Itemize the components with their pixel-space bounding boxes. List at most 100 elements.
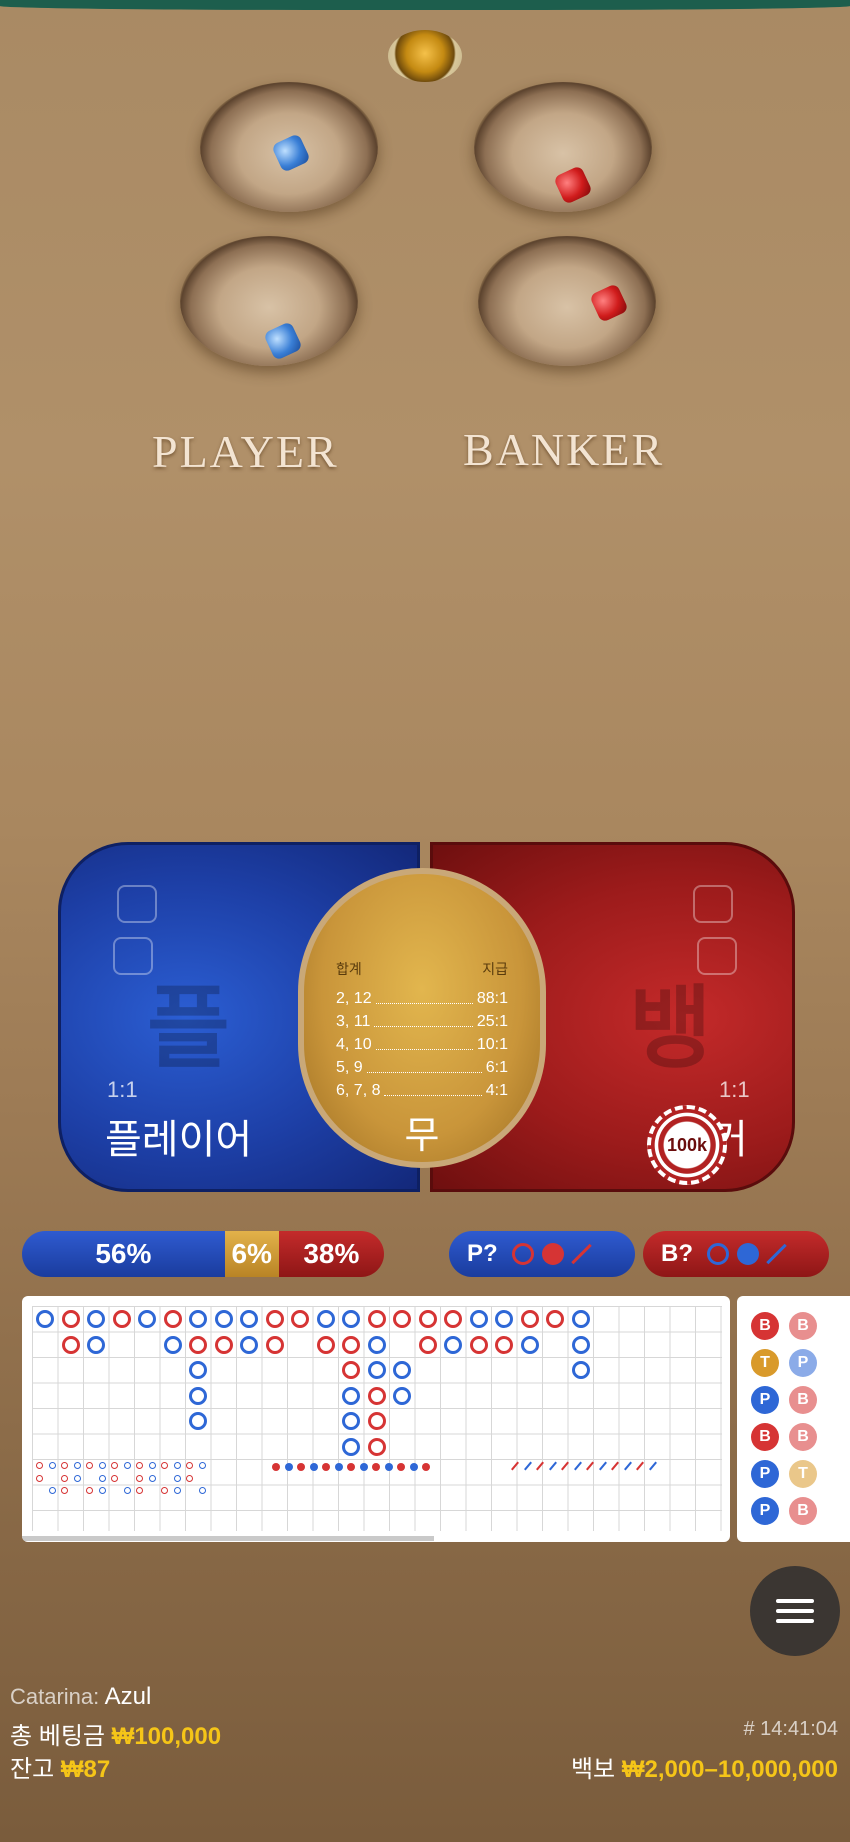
small-road-mark bbox=[98, 1474, 106, 1482]
big-road-mark bbox=[520, 1335, 539, 1354]
big-road-mark bbox=[163, 1335, 182, 1354]
paytable-row: 4, 10 10:1 bbox=[336, 1033, 508, 1056]
bigeye-road-mark bbox=[372, 1463, 380, 1471]
small-road-mark bbox=[136, 1474, 143, 1482]
round-id: # 14:41:04 bbox=[743, 1718, 838, 1740]
total-bet-value: ₩100,000 bbox=[111, 1723, 222, 1750]
big-road-mark bbox=[138, 1310, 156, 1328]
balance: 잔고 ₩87 bbox=[10, 1749, 110, 1784]
bead-road-mark: P bbox=[789, 1349, 817, 1377]
bigeye-road-mark bbox=[309, 1463, 318, 1471]
tie-paytable: 합계 지급 2, 12 88:1 3, 11 25:1 4, 10 10:1 5, 9… bbox=[336, 958, 508, 1102]
small-road-mark bbox=[61, 1474, 68, 1482]
banker-cup-2 bbox=[478, 236, 656, 366]
big-road-mark bbox=[367, 1310, 386, 1328]
big-road-mark bbox=[393, 1361, 411, 1379]
small-road-mark bbox=[98, 1462, 106, 1469]
banker-predict-label: B? bbox=[661, 1240, 693, 1267]
big-road-mark bbox=[418, 1310, 437, 1328]
bead-road-mark: B bbox=[789, 1497, 817, 1525]
small-road-mark bbox=[36, 1474, 43, 1482]
bigeye-road-mark bbox=[272, 1463, 280, 1471]
small-road-mark bbox=[36, 1462, 43, 1469]
bigeye-road-mark bbox=[284, 1463, 293, 1471]
paytable-header-sum: 합계 bbox=[336, 961, 362, 977]
big-road-mark bbox=[316, 1310, 335, 1328]
bigeye-road-mark bbox=[297, 1463, 305, 1471]
big-road-mark bbox=[87, 1335, 105, 1354]
big-road-mark bbox=[342, 1335, 360, 1354]
big-road-mark bbox=[240, 1335, 258, 1354]
roadmap-scrollbar[interactable] bbox=[22, 1536, 434, 1541]
big-road-mark bbox=[571, 1310, 590, 1328]
small-road-mark bbox=[198, 1462, 206, 1469]
bead-road-mark: P bbox=[751, 1460, 779, 1488]
user-name: Azul bbox=[104, 1683, 152, 1710]
small-road-mark bbox=[148, 1462, 156, 1469]
tie-bet-spot[interactable]: 합계 지급 2, 12 88:1 3, 11 25:1 4, 10 10:1 5, 9… bbox=[298, 868, 546, 1168]
big-road-mark bbox=[342, 1412, 360, 1430]
small-road-mark bbox=[98, 1487, 106, 1494]
balance-label: 잔고 bbox=[10, 1756, 55, 1783]
predict-ring-icon bbox=[511, 1243, 534, 1265]
total-bet-label: 총 베팅금 bbox=[10, 1723, 105, 1750]
big-road-mark bbox=[265, 1310, 284, 1328]
small-road-mark bbox=[86, 1462, 93, 1469]
big-road-mark bbox=[189, 1335, 207, 1354]
bet-limits-value: ₩2,000–10,000,000 bbox=[621, 1756, 838, 1783]
big-road-mark bbox=[367, 1437, 386, 1456]
small-road-mark bbox=[73, 1462, 81, 1469]
user-info: Catarina: Azul bbox=[10, 1683, 151, 1711]
small-road-mark bbox=[161, 1462, 168, 1469]
small-road-mark bbox=[161, 1487, 168, 1494]
bigeye-road-mark bbox=[397, 1463, 405, 1471]
banker-predict-button[interactable]: B? bbox=[643, 1231, 829, 1277]
big-road-mark bbox=[214, 1335, 233, 1354]
big-road-mark bbox=[444, 1335, 462, 1354]
bead-road-mark: B bbox=[751, 1423, 779, 1451]
big-road-mark bbox=[342, 1386, 360, 1405]
paytable-row: 3, 11 25:1 bbox=[336, 1010, 508, 1033]
bead-road-mark: B bbox=[789, 1312, 817, 1340]
predict-ring-icon bbox=[707, 1243, 729, 1265]
total-bet: 총 베팅금 ₩100,000 bbox=[10, 1716, 221, 1751]
paytable-header-pay: 지급 bbox=[482, 961, 508, 977]
banker-die-2 bbox=[589, 283, 629, 323]
player-die-1 bbox=[271, 133, 311, 173]
big-road-mark bbox=[367, 1412, 386, 1430]
player-win-pct: 56% bbox=[22, 1231, 225, 1277]
big-road-mark bbox=[418, 1335, 437, 1354]
big-road-mark bbox=[469, 1335, 488, 1354]
player-predict-button[interactable]: P? bbox=[449, 1231, 635, 1277]
big-road-mark bbox=[520, 1310, 539, 1328]
paytable-row: 5, 9 6:1 bbox=[336, 1056, 508, 1079]
table-rim bbox=[0, 0, 850, 10]
bead-road-mark: P bbox=[751, 1386, 779, 1414]
big-road-mark bbox=[367, 1386, 386, 1405]
small-road-mark bbox=[136, 1487, 143, 1494]
big-road-mark bbox=[112, 1310, 131, 1328]
menu-button[interactable] bbox=[750, 1566, 840, 1656]
big-road-mark bbox=[61, 1310, 80, 1328]
big-road-mark bbox=[291, 1310, 309, 1328]
bead-road-mark: P bbox=[751, 1497, 779, 1525]
paytable-row: 2, 12 88:1 bbox=[336, 987, 508, 1010]
banker-die-1 bbox=[553, 165, 593, 205]
small-road-mark bbox=[48, 1487, 56, 1494]
predict-slash-icon bbox=[570, 1243, 592, 1265]
big-road-mark bbox=[240, 1310, 258, 1328]
player-ghost-letter: 플 bbox=[147, 979, 230, 1079]
player-cup-2 bbox=[180, 236, 358, 366]
small-road-mark bbox=[123, 1487, 131, 1494]
player-ratio: 1:1 bbox=[107, 1077, 138, 1102]
big-road-mark bbox=[36, 1310, 54, 1328]
small-road-mark bbox=[173, 1474, 181, 1482]
bet-limits[interactable]: 백보 ₩2,000–10,000,000 bbox=[571, 1749, 838, 1784]
small-road-mark bbox=[61, 1487, 68, 1494]
small-road-mark bbox=[148, 1474, 156, 1482]
small-road-mark bbox=[48, 1462, 56, 1469]
big-road-mark bbox=[393, 1386, 411, 1405]
banker-ratio: 1:1 bbox=[719, 1077, 750, 1102]
banker-ghost-letter: 뱅 bbox=[629, 979, 712, 1079]
result-stats-bar: 56% 6% 38% bbox=[22, 1231, 384, 1277]
